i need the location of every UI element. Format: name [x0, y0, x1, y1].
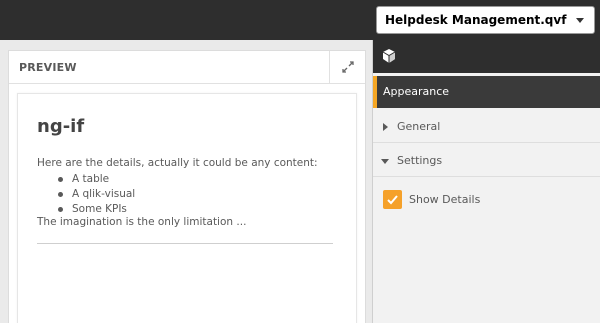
content-heading: ng-if	[37, 116, 85, 137]
preview-content-card: ng-if Here are the details, actually it …	[17, 93, 357, 323]
list-item: A qlik-visual	[58, 187, 135, 202]
section-appearance[interactable]: Appearance	[373, 76, 600, 108]
extension-icon[interactable]	[381, 48, 397, 64]
preview-title: PREVIEW	[19, 61, 77, 74]
list-item: A table	[58, 172, 135, 187]
section-settings[interactable]: Settings	[373, 144, 600, 177]
preview-header: PREVIEW	[9, 51, 365, 84]
chevron-down-icon	[576, 18, 584, 23]
section-label: General	[397, 120, 441, 133]
content-intro: Here are the details, actually it could …	[37, 157, 318, 169]
checkmark-icon	[387, 195, 398, 205]
properties-header	[373, 40, 600, 73]
section-label: Appearance	[383, 85, 450, 98]
app-name: Helpdesk Management.qvf	[385, 13, 567, 27]
divider	[37, 243, 333, 244]
content-closing: The imagination is the only limitation .…	[37, 216, 247, 228]
show-details-label: Show Details	[409, 193, 481, 206]
details-list: A table A qlik-visual Some KPIs	[58, 172, 135, 217]
section-label: Settings	[397, 154, 443, 167]
section-general[interactable]: General	[373, 110, 600, 143]
list-item: Some KPIs	[58, 202, 135, 217]
preview-panel: PREVIEW ng-if Here are the details, actu…	[8, 50, 366, 323]
expand-icon	[342, 61, 354, 73]
top-toolbar: Helpdesk Management.qvf	[0, 0, 600, 40]
caret-right-icon	[383, 123, 388, 131]
properties-panel: Appearance General Settings Show Details	[372, 40, 600, 323]
expand-button[interactable]	[329, 51, 365, 84]
show-details-checkbox[interactable]	[383, 190, 402, 209]
caret-down-icon	[381, 159, 389, 164]
show-details-option[interactable]: Show Details	[383, 190, 583, 210]
app-selector-dropdown[interactable]: Helpdesk Management.qvf	[376, 6, 595, 34]
